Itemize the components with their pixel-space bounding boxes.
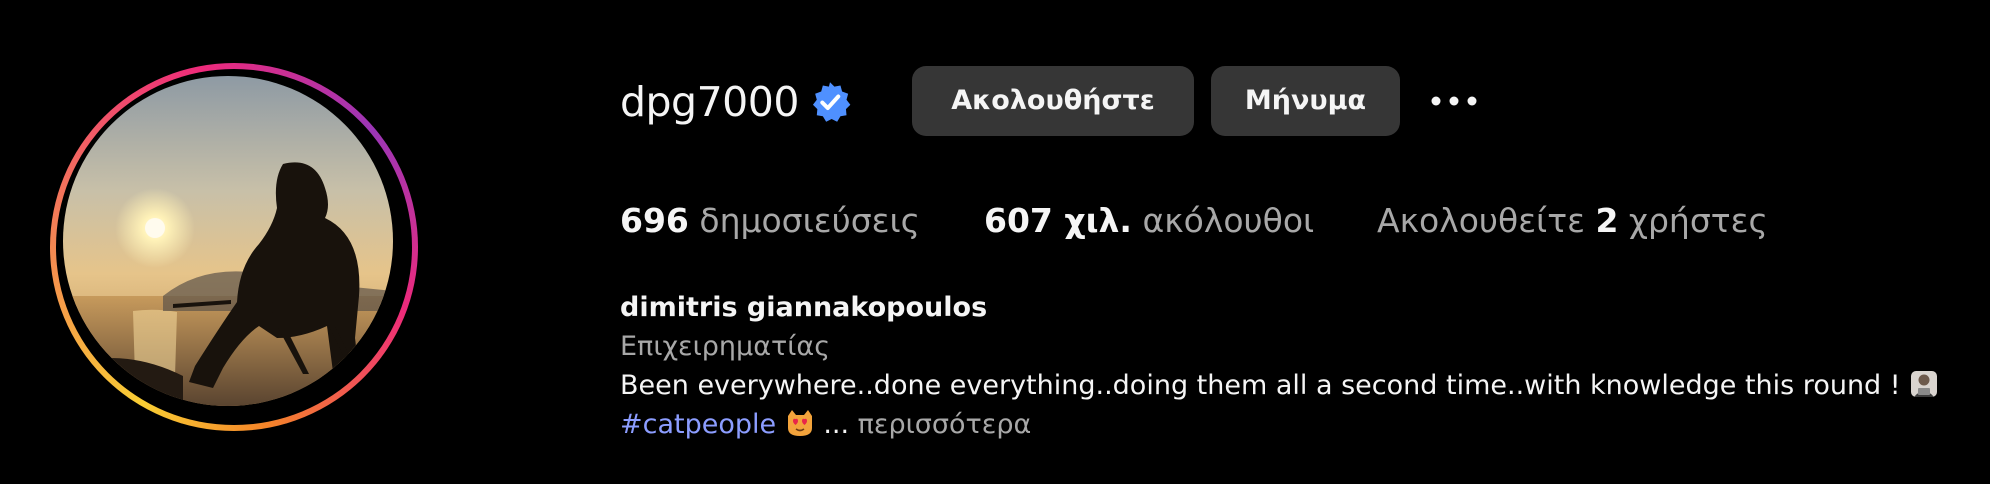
- profile-category: Επιχειρηματίας: [620, 331, 831, 362]
- profile-avatar-story-ring[interactable]: [50, 63, 418, 431]
- following-count-link[interactable]: Ακολουθείτε 2 χρήστες: [1377, 198, 1768, 244]
- message-button[interactable]: Μήνυμα: [1211, 66, 1400, 136]
- profile-avatar[interactable]: [63, 76, 393, 406]
- bio-text: Been everywhere..done everything..doing …: [620, 370, 1901, 401]
- posts-label: δημοσιεύσεις: [699, 201, 920, 240]
- verified-badge-icon: [812, 82, 851, 122]
- follow-button[interactable]: Ακολουθήστε: [912, 66, 1194, 136]
- bio-more-link[interactable]: περισσότερα: [858, 409, 1032, 440]
- bio-text-line: Been everywhere..done everything..doing …: [620, 368, 1939, 404]
- followers-count: 607 χιλ.: [984, 201, 1132, 240]
- following-suffix: χρήστες: [1628, 201, 1768, 240]
- posts-count-stat: 696 δημοσιεύσεις: [620, 198, 920, 244]
- profile-full-name: dimitris giannakopoulos: [620, 292, 988, 323]
- posts-count: 696: [620, 201, 689, 240]
- following-prefix: Ακολουθείτε: [1377, 201, 1585, 240]
- bio-ellipsis: ...: [823, 409, 850, 440]
- bio-hashtag-line: #catpeople ... περισσότερα: [620, 407, 1031, 443]
- profile-username: dpg7000: [620, 78, 799, 126]
- following-count: 2: [1595, 201, 1619, 240]
- heart-eyes-cat-emoji-icon: [787, 410, 812, 436]
- more-options-icon[interactable]: [1425, 82, 1483, 120]
- followers-label: ακόλουθοι: [1142, 201, 1315, 240]
- avatar-sunset-silhouette-image: [63, 76, 393, 406]
- hashtag-link[interactable]: #catpeople: [620, 409, 776, 440]
- followers-count-link[interactable]: 607 χιλ. ακόλουθοι: [984, 198, 1314, 244]
- man-technologist-emoji-icon: [1911, 371, 1938, 397]
